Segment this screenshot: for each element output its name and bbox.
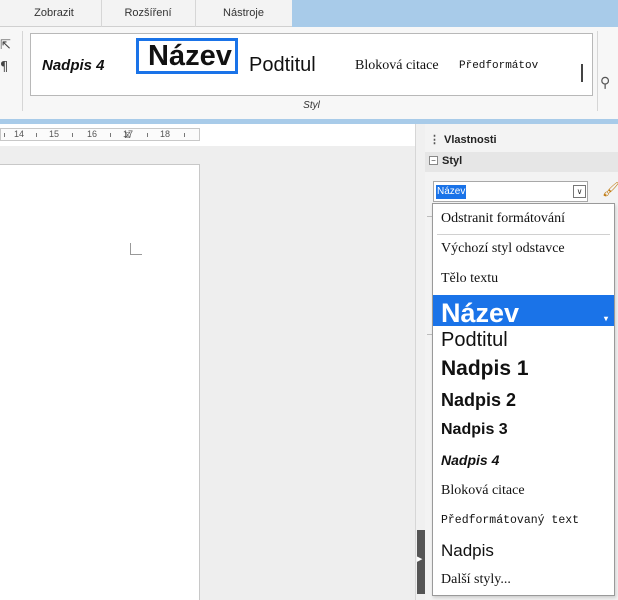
menu-tab-bar: Zobrazit Rozšíření Nástroje — [0, 0, 618, 27]
ribbon-left-tools: ⇱ ¶ — [0, 35, 20, 95]
gallery-style-podtitul[interactable]: Podtitul — [249, 34, 345, 97]
dd-item-nadpis-2[interactable]: Nadpis 2 — [433, 385, 614, 415]
sidebar-section-label: Styl — [442, 155, 463, 167]
find-replace-icon[interactable]: ⚲ — [600, 75, 610, 91]
sidebar-title-text: Vlastnosti — [444, 134, 497, 146]
ruler-number: 16 — [87, 129, 98, 139]
tab-zobrazit[interactable]: Zobrazit — [8, 0, 100, 27]
style-gallery: Nadpis 4 Název Podtitul Bloková citace P… — [30, 33, 593, 96]
ruler-number: 14 — [14, 129, 25, 139]
gallery-style-blokova-citace[interactable]: Bloková citace — [355, 34, 447, 97]
indent-marker-icon[interactable]: ⧖ — [124, 130, 131, 141]
dd-item-vychozi-styl-odstavce[interactable]: Výchozí styl odstavce — [433, 237, 614, 261]
document-workspace — [0, 146, 415, 600]
ruler-tick — [184, 133, 185, 137]
pilcrow-icon[interactable]: ¶ — [0, 57, 20, 79]
document-page[interactable] — [0, 164, 200, 600]
ribbon-group-label: Styl — [303, 100, 320, 111]
ruler-tick — [110, 133, 111, 137]
dropdown-separator — [437, 234, 610, 235]
dd-item-odstranit-formatovani[interactable]: Odstranit formátování — [433, 206, 614, 232]
text-boundary-corner — [130, 243, 142, 255]
dd-item-nazev-label: Název — [441, 298, 520, 326]
style-dropdown-list[interactable]: Odstranit formátování Výchozí styl odsta… — [432, 203, 615, 596]
sidebar-title: ⋮ Vlastnosti — [429, 133, 497, 146]
ribbon: ⇱ ¶ Nadpis 4 Název Podtitul Bloková cita… — [0, 27, 618, 119]
vertical-scrollbar[interactable] — [415, 124, 425, 600]
panel-grip-icon[interactable]: ⋮ — [429, 134, 440, 146]
tabs-strip: Zobrazit Rozšíření Nástroje — [0, 0, 292, 27]
gallery-style-predformatovany[interactable]: Předformátov — [459, 34, 551, 97]
ruler-tick — [147, 133, 148, 137]
paragraph-style-combobox[interactable]: Název — [433, 181, 588, 202]
dd-item-nadpis[interactable]: Nadpis — [433, 536, 614, 566]
gallery-style-nadpis-4[interactable]: Nadpis 4 — [42, 34, 134, 97]
ruler-number: 15 — [49, 129, 60, 139]
ruler-tick — [72, 133, 73, 137]
dd-item-nadpis-4[interactable]: Nadpis 4 — [433, 446, 614, 474]
dd-item-podtitul[interactable]: Podtitul — [433, 326, 614, 354]
new-style-brush-icon[interactable]: 🖌 — [602, 182, 618, 198]
dd-item-blokova-citace[interactable]: Bloková citace — [433, 477, 614, 505]
tab-nastroje[interactable]: Nástroje — [196, 0, 291, 27]
ruler-tick — [36, 133, 37, 137]
collapse-minus-icon[interactable]: − — [429, 156, 438, 165]
combo-current-value[interactable]: Název — [436, 185, 467, 199]
dd-item-dalsi-styly[interactable]: Další styly... — [433, 566, 614, 594]
formatting-marks-icon[interactable]: ⇱ — [0, 35, 20, 57]
collapse-arrow-icon: ▶ — [417, 556, 423, 563]
dd-item-telo-textu[interactable]: Tělo textu — [433, 266, 614, 292]
dd-item-predformatovany-text[interactable]: Předformátovaný text — [433, 507, 614, 535]
tab-rozsireni[interactable]: Rozšíření — [102, 0, 194, 27]
chevron-down-icon: ▾ — [603, 314, 608, 323]
gallery-scrollbar[interactable] — [581, 64, 583, 82]
sidebar-section-styl[interactable]: − Styl — [425, 152, 618, 172]
chevron-down-icon[interactable]: ∨ — [573, 185, 586, 198]
dd-item-nadpis-3[interactable]: Nadpis 3 — [433, 415, 614, 445]
ribbon-divider — [22, 31, 23, 111]
ribbon-divider — [597, 31, 598, 111]
ruler-number: 18 — [160, 129, 171, 139]
horizontal-ruler[interactable]: 14 15 16 17 ⧖ 18 — [0, 124, 415, 146]
ruler-tick — [4, 133, 5, 137]
dd-item-nazev[interactable]: Název ▾ — [433, 295, 614, 326]
gallery-style-nazev[interactable]: Název — [136, 38, 238, 74]
dd-item-nadpis-1[interactable]: Nadpis 1 — [433, 354, 614, 384]
